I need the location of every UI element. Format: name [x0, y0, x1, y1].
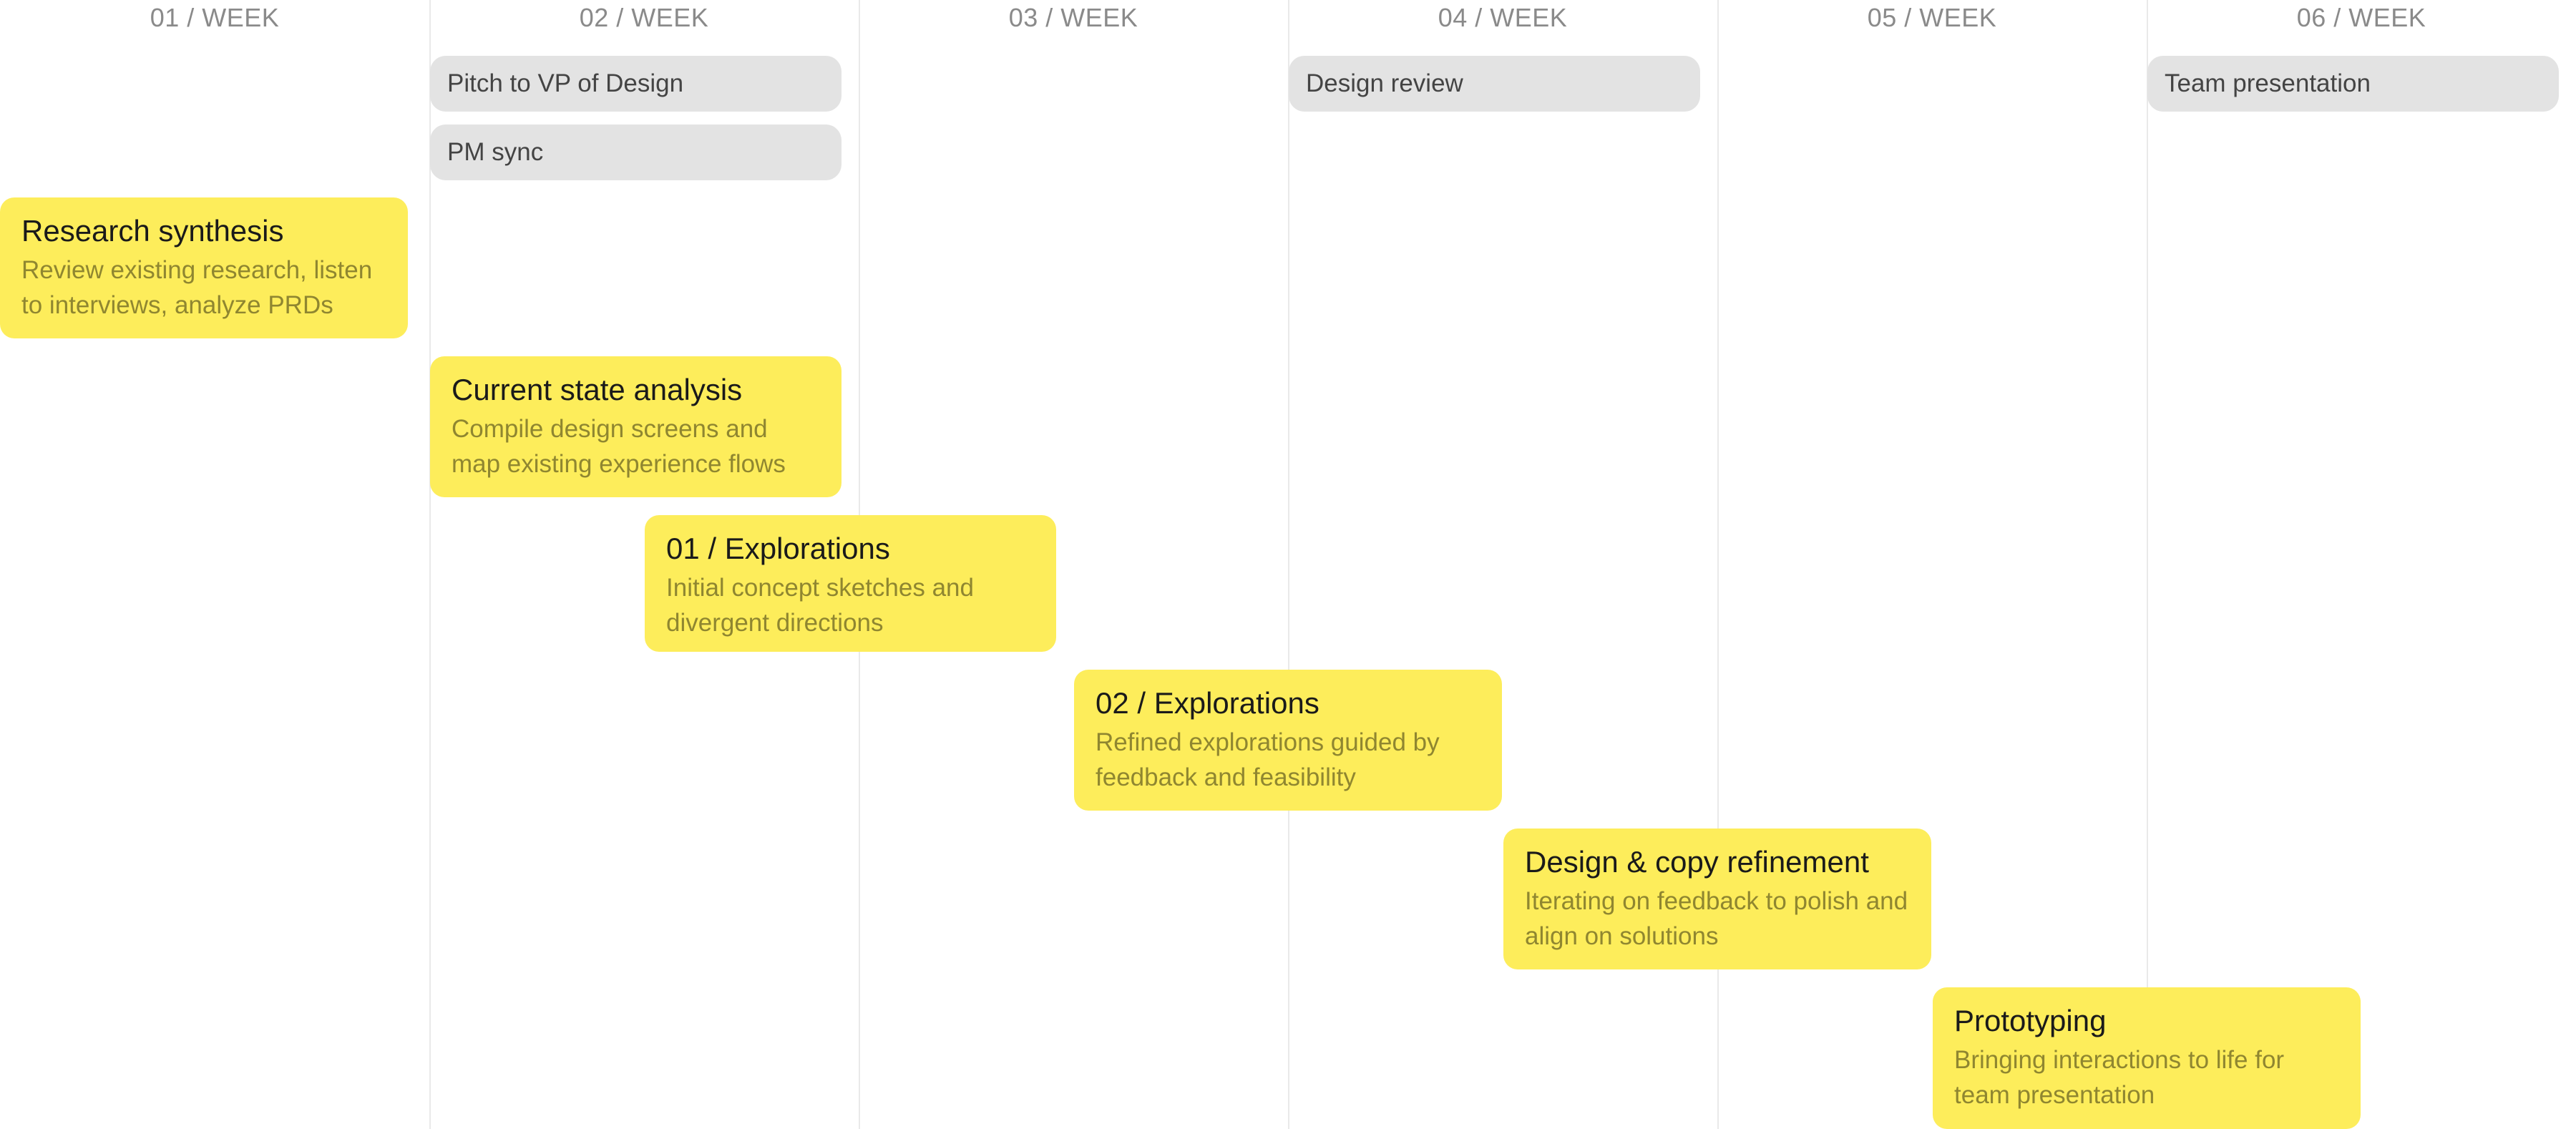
task-title: Research synthesis	[21, 214, 284, 248]
task-card-explorations-01[interactable]: 01 / Explorations Initial concept sketch…	[645, 515, 1056, 652]
task-title: Current state analysis	[452, 373, 743, 406]
week-divider	[2147, 0, 2148, 1129]
task-card-research-synthesis[interactable]: Research synthesis Review existing resea…	[0, 197, 408, 338]
task-title: Prototyping	[1954, 1004, 2107, 1037]
task-title: 02 / Explorations	[1096, 686, 1319, 720]
task-card-explorations-02[interactable]: 02 / Explorations Refined explorations g…	[1074, 670, 1502, 811]
task-description: Initial concept sketches and divergent d…	[666, 574, 974, 637]
week-header-3: 03 / WEEK	[1008, 3, 1138, 32]
milestone-label: Team presentation	[2165, 69, 2371, 97]
task-card-prototyping[interactable]: Prototyping Bringing interactions to lif…	[1933, 987, 2361, 1129]
task-description: Refined explorations guided by feedback …	[1096, 728, 1440, 791]
milestone-label: Pitch to VP of Design	[447, 69, 684, 97]
task-card-design-copy-refinement[interactable]: Design & copy refinement Iterating on fe…	[1503, 829, 1931, 969]
task-description: Bringing interactions to life for team p…	[1954, 1046, 2285, 1109]
week-divider	[1288, 0, 1289, 1129]
week-header-1: 01 / WEEK	[150, 3, 280, 32]
task-description: Compile design screens and map existing …	[452, 415, 786, 478]
milestone-label: PM sync	[447, 138, 544, 166]
week-header-5: 05 / WEEK	[1867, 3, 1997, 32]
milestone-pitch-to-vp[interactable]: Pitch to VP of Design	[430, 56, 841, 112]
task-title: 01 / Explorations	[666, 532, 890, 565]
milestone-pm-sync[interactable]: PM sync	[430, 124, 841, 180]
timeline-board: 01 / WEEK 02 / WEEK 03 / WEEK 04 / WEEK …	[0, 0, 2576, 1129]
task-title: Design & copy refinement	[1525, 845, 1869, 879]
milestone-team-presentation[interactable]: Team presentation	[2147, 56, 2559, 112]
week-header-4: 04 / WEEK	[1438, 3, 1568, 32]
milestone-label: Design review	[1306, 69, 1463, 97]
task-description: Review existing research, listen to inte…	[21, 256, 373, 319]
week-header-6: 06 / WEEK	[2296, 3, 2426, 32]
task-card-current-state-analysis[interactable]: Current state analysis Compile design sc…	[430, 356, 841, 497]
task-description: Iterating on feedback to polish and alig…	[1525, 887, 1908, 950]
week-header-2: 02 / WEEK	[579, 3, 709, 32]
milestone-design-review[interactable]: Design review	[1289, 56, 1700, 112]
